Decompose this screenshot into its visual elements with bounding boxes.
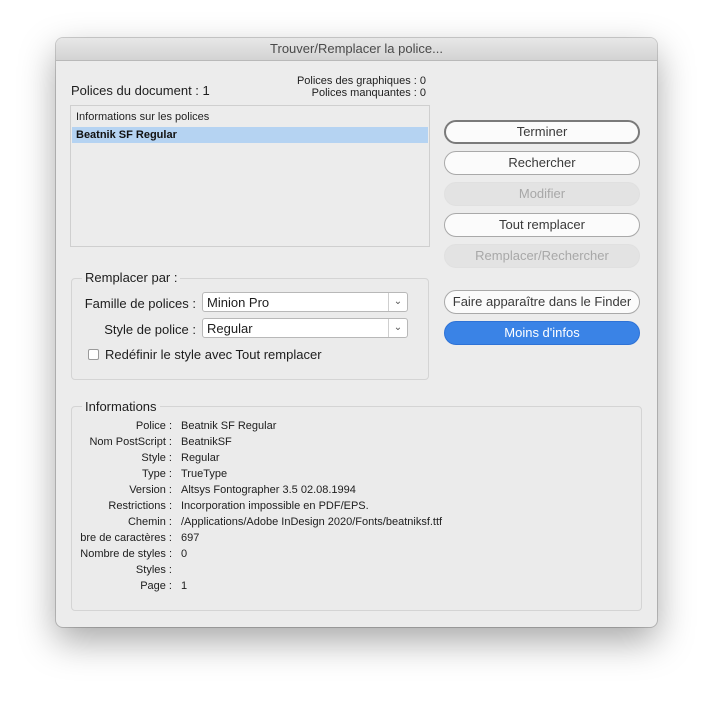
chevron-updown-icon: ⌄ bbox=[388, 293, 407, 311]
information-legend: Informations bbox=[82, 399, 160, 414]
document-fonts-count: Polices du document : 1 bbox=[71, 83, 210, 98]
font-list-item-label: Beatnik SF Regular bbox=[76, 129, 177, 141]
info-value: 697 bbox=[181, 532, 200, 544]
font-list[interactable]: Informations sur les polices Beatnik SF … bbox=[70, 105, 430, 247]
find-replace-font-dialog: Trouver/Remplacer la police... Polices d… bbox=[56, 38, 657, 627]
reveal-in-finder-button[interactable]: Faire apparaître dans le Finder bbox=[444, 290, 640, 314]
graphic-fonts-count: Polices des graphiques : 0 bbox=[296, 75, 426, 87]
info-key: Chemin : bbox=[127, 516, 172, 528]
modify-button[interactable]: Modifier bbox=[444, 182, 640, 206]
find-button[interactable]: Rechercher bbox=[444, 151, 640, 175]
font-list-header: Informations sur les polices bbox=[76, 111, 210, 123]
font-family-label: Famille de polices : bbox=[84, 296, 196, 311]
missing-fonts-count: Polices manquantes : 0 bbox=[311, 87, 426, 99]
info-key: Police : bbox=[135, 420, 172, 432]
info-value: Altsys Fontographer 3.5 02.08.1994 bbox=[181, 484, 356, 496]
replace-all-button[interactable]: Tout remplacer bbox=[444, 213, 640, 237]
info-value: /Applications/Adobe InDesign 2020/Fonts/… bbox=[181, 516, 443, 528]
info-key: Type : bbox=[142, 468, 172, 480]
font-style-value: Regular bbox=[207, 321, 253, 336]
font-family-select[interactable]: Minion Pro ⌄ bbox=[202, 292, 408, 312]
less-info-button[interactable]: Moins d'infos bbox=[444, 321, 640, 345]
font-family-value: Minion Pro bbox=[207, 295, 270, 310]
info-key: bre de caractères : bbox=[80, 532, 172, 544]
redefine-style-label: Redéfinir le style avec Tout remplacer bbox=[105, 347, 322, 362]
info-key: Nom PostScript : bbox=[89, 436, 172, 448]
done-button[interactable]: Terminer bbox=[444, 120, 640, 144]
info-value: Regular bbox=[181, 452, 220, 464]
info-value: 0 bbox=[181, 548, 188, 560]
replace-with-legend: Remplacer par : bbox=[82, 270, 181, 285]
redefine-style-checkbox[interactable] bbox=[88, 349, 99, 360]
info-key: Style : bbox=[141, 452, 172, 464]
chevron-updown-icon: ⌄ bbox=[388, 319, 407, 337]
info-value: Beatnik SF Regular bbox=[181, 420, 277, 432]
info-value: BeatnikSF bbox=[181, 436, 232, 448]
font-style-label: Style de police : bbox=[104, 322, 196, 337]
info-key: Nombre de styles : bbox=[80, 548, 172, 560]
info-value: TrueType bbox=[181, 468, 228, 480]
replace-find-button[interactable]: Remplacer/Rechercher bbox=[444, 244, 640, 268]
font-list-item[interactable]: Beatnik SF Regular bbox=[72, 127, 428, 143]
info-key: Restrictions : bbox=[108, 500, 172, 512]
window-title: Trouver/Remplacer la police... bbox=[56, 38, 657, 61]
info-key: Version : bbox=[129, 484, 172, 496]
info-value: Incorporation impossible en PDF/EPS. bbox=[181, 500, 369, 512]
info-value: 1 bbox=[181, 580, 188, 592]
info-key: Styles : bbox=[135, 564, 172, 576]
info-key: Page : bbox=[140, 580, 172, 592]
font-style-select[interactable]: Regular ⌄ bbox=[202, 318, 408, 338]
